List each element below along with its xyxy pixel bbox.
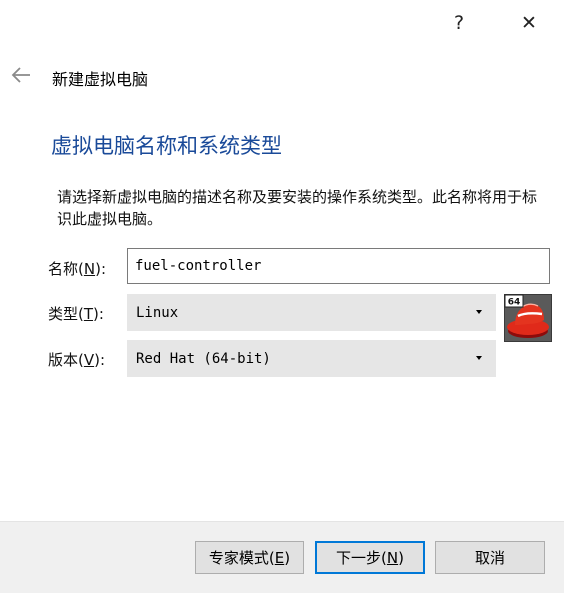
name-input[interactable] <box>127 248 550 284</box>
name-label: 名称(N): <box>48 260 106 278</box>
expert-mode-button[interactable]: 专家模式(E) <box>195 541 304 574</box>
close-button[interactable]: ✕ <box>514 8 544 38</box>
type-select[interactable]: Linux <box>127 294 496 331</box>
version-label: 版本(V): <box>48 351 106 369</box>
chevron-down-icon <box>476 310 482 314</box>
help-button[interactable]: ? <box>444 8 474 38</box>
page-description: 请选择新虚拟电脑的描述名称及要安装的操作系统类型。此名称将用于标识此虚拟电脑。 <box>57 188 538 228</box>
type-label: 类型(T): <box>48 305 104 323</box>
next-button[interactable]: 下一步(N) <box>315 541 425 574</box>
version-select[interactable]: Red Hat (64-bit) <box>127 340 496 377</box>
wizard-title: 新建虚拟电脑 <box>52 70 149 89</box>
chevron-down-icon <box>476 356 482 360</box>
redhat-64-icon: 64 <box>504 294 552 342</box>
page-heading: 虚拟电脑名称和系统类型 <box>51 134 282 158</box>
back-arrow-icon[interactable] <box>10 66 32 84</box>
type-select-value: Linux <box>136 304 179 321</box>
os-badge-label: 64 <box>508 298 521 308</box>
cancel-button[interactable]: 取消 <box>435 541 545 574</box>
version-select-value: Red Hat (64-bit) <box>136 350 271 367</box>
